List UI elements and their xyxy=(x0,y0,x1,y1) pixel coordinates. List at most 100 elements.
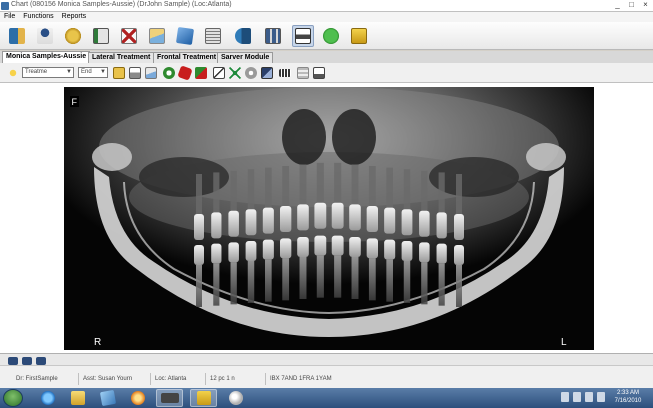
photo-icon xyxy=(22,357,32,365)
tab-lateral-treatment[interactable]: Lateral Treatment xyxy=(88,52,155,63)
lower-tooth-root xyxy=(438,263,445,306)
camera-icon xyxy=(8,357,18,365)
new-image-button[interactable] xyxy=(6,66,20,80)
folder-icon xyxy=(351,28,367,44)
move-button[interactable] xyxy=(194,66,208,80)
upper-tooth-root xyxy=(230,170,237,211)
taskbar-chart-window[interactable] xyxy=(190,389,217,407)
upper-tooth xyxy=(245,209,257,236)
back-arrow-icon xyxy=(323,28,339,44)
xray-marker-right: R xyxy=(94,337,101,348)
lower-tooth xyxy=(314,235,327,256)
hand-button[interactable] xyxy=(62,25,84,47)
upper-tooth-root xyxy=(265,167,272,208)
tray-flag-icon[interactable] xyxy=(597,392,605,402)
film-icon xyxy=(279,69,291,77)
blue-panel-icon xyxy=(175,26,195,46)
crop-button[interactable] xyxy=(212,66,226,80)
taskbar-dental-app[interactable] xyxy=(156,389,183,407)
status-location: Loc: Atlanta xyxy=(150,373,186,385)
taskbar-app1[interactable] xyxy=(94,389,121,407)
image-viewer-button[interactable] xyxy=(292,25,314,47)
mail-button[interactable] xyxy=(144,66,158,80)
minimize-button[interactable]: _ xyxy=(612,1,623,10)
lower-tooth-root xyxy=(351,257,359,299)
rotate-button[interactable] xyxy=(162,66,176,80)
patient-button[interactable] xyxy=(34,25,56,47)
clock[interactable]: 2:33 AM 7/16/2010 xyxy=(607,389,649,405)
tab-frontal-treatment[interactable]: Frontal Treatment xyxy=(153,52,221,63)
panoramic-xray-image[interactable]: F R L xyxy=(64,87,594,350)
tray-battery-icon[interactable] xyxy=(573,392,581,402)
taskbar-explorer[interactable] xyxy=(64,389,91,407)
upper-tooth xyxy=(436,212,447,239)
stage-select[interactable]: Treatme ▼ xyxy=(22,67,74,78)
export-button[interactable] xyxy=(312,66,326,80)
stack-button[interactable] xyxy=(262,25,284,47)
taskbar-app2[interactable] xyxy=(124,389,151,407)
grid-button[interactable] xyxy=(296,66,310,80)
tab-patient[interactable]: Monica Samples-Aussie xyxy=(2,51,91,63)
clock-date: 7/16/2010 xyxy=(614,398,642,404)
notebook-button[interactable] xyxy=(90,25,112,47)
title-bar: Chart (080156 Monica Samples-Aussie) (Dr… xyxy=(0,0,653,12)
stack-icon xyxy=(265,28,281,44)
exit-door-icon xyxy=(9,28,25,44)
maximize-button[interactable]: □ xyxy=(626,1,637,10)
lower-tooth xyxy=(401,241,413,261)
lower-tooth-root xyxy=(334,255,342,298)
envelope-button[interactable] xyxy=(146,25,168,47)
document-x-button[interactable] xyxy=(118,25,140,47)
settings-icon xyxy=(245,67,257,79)
new-folder-icon xyxy=(113,67,125,79)
delete-button[interactable] xyxy=(177,65,193,81)
phase-select[interactable]: End ▼ xyxy=(78,67,108,78)
lower-tooth-root xyxy=(456,265,462,307)
tab-sarver-module[interactable]: Sarver Module xyxy=(217,52,274,63)
window-title: Chart (080156 Monica Samples-Aussie) (Dr… xyxy=(11,1,232,8)
print-button[interactable] xyxy=(128,66,142,80)
tray-volume-icon[interactable] xyxy=(585,392,593,402)
back-button[interactable] xyxy=(320,25,342,47)
xray-marker-left: L xyxy=(561,337,567,348)
settings-button[interactable] xyxy=(244,66,258,80)
upper-tooth-root xyxy=(368,166,376,206)
upper-tooth-root xyxy=(456,174,462,214)
ledger-button[interactable] xyxy=(202,25,224,47)
exit-button[interactable] xyxy=(6,25,28,47)
lower-tooth-root xyxy=(368,258,376,301)
upper-tooth-root xyxy=(351,164,359,205)
menu-functions[interactable]: Functions xyxy=(23,12,53,22)
close-button[interactable]: × xyxy=(640,1,651,10)
tray-network-icon[interactable] xyxy=(561,392,569,402)
panel-button[interactable] xyxy=(174,25,196,47)
start-button[interactable] xyxy=(3,389,23,407)
upper-tooth-root xyxy=(334,162,342,203)
taskbar-ie[interactable] xyxy=(34,389,61,407)
main-toolbar xyxy=(0,22,653,50)
patient-icon xyxy=(37,28,53,44)
teeth-icon xyxy=(235,28,251,44)
lower-tooth-root xyxy=(213,263,220,306)
lower-tooth-root xyxy=(230,262,237,305)
menu-reports[interactable]: Reports xyxy=(62,12,87,22)
xray-marker-f: F xyxy=(72,97,78,107)
upper-tooth-root xyxy=(386,167,393,208)
folder-button[interactable] xyxy=(348,25,370,47)
film-button[interactable] xyxy=(278,66,292,80)
fit-button[interactable] xyxy=(228,66,242,80)
lower-tooth xyxy=(331,235,344,256)
chevron-down-icon: ▼ xyxy=(100,69,106,75)
upper-tooth xyxy=(280,206,292,232)
fit-icon xyxy=(229,67,241,79)
album-icon xyxy=(36,357,46,365)
taskbar-paint[interactable] xyxy=(222,389,249,407)
upper-tooth-root xyxy=(403,169,411,210)
menu-file[interactable]: File xyxy=(4,12,15,22)
contrast-button[interactable] xyxy=(260,66,274,80)
open-folder-button[interactable] xyxy=(112,66,126,80)
system-tray xyxy=(561,392,605,402)
teeth-button[interactable] xyxy=(232,25,254,47)
status-codes: IBX 7AND 1FRA 1YAM xyxy=(265,373,332,385)
lower-tooth xyxy=(211,243,222,264)
